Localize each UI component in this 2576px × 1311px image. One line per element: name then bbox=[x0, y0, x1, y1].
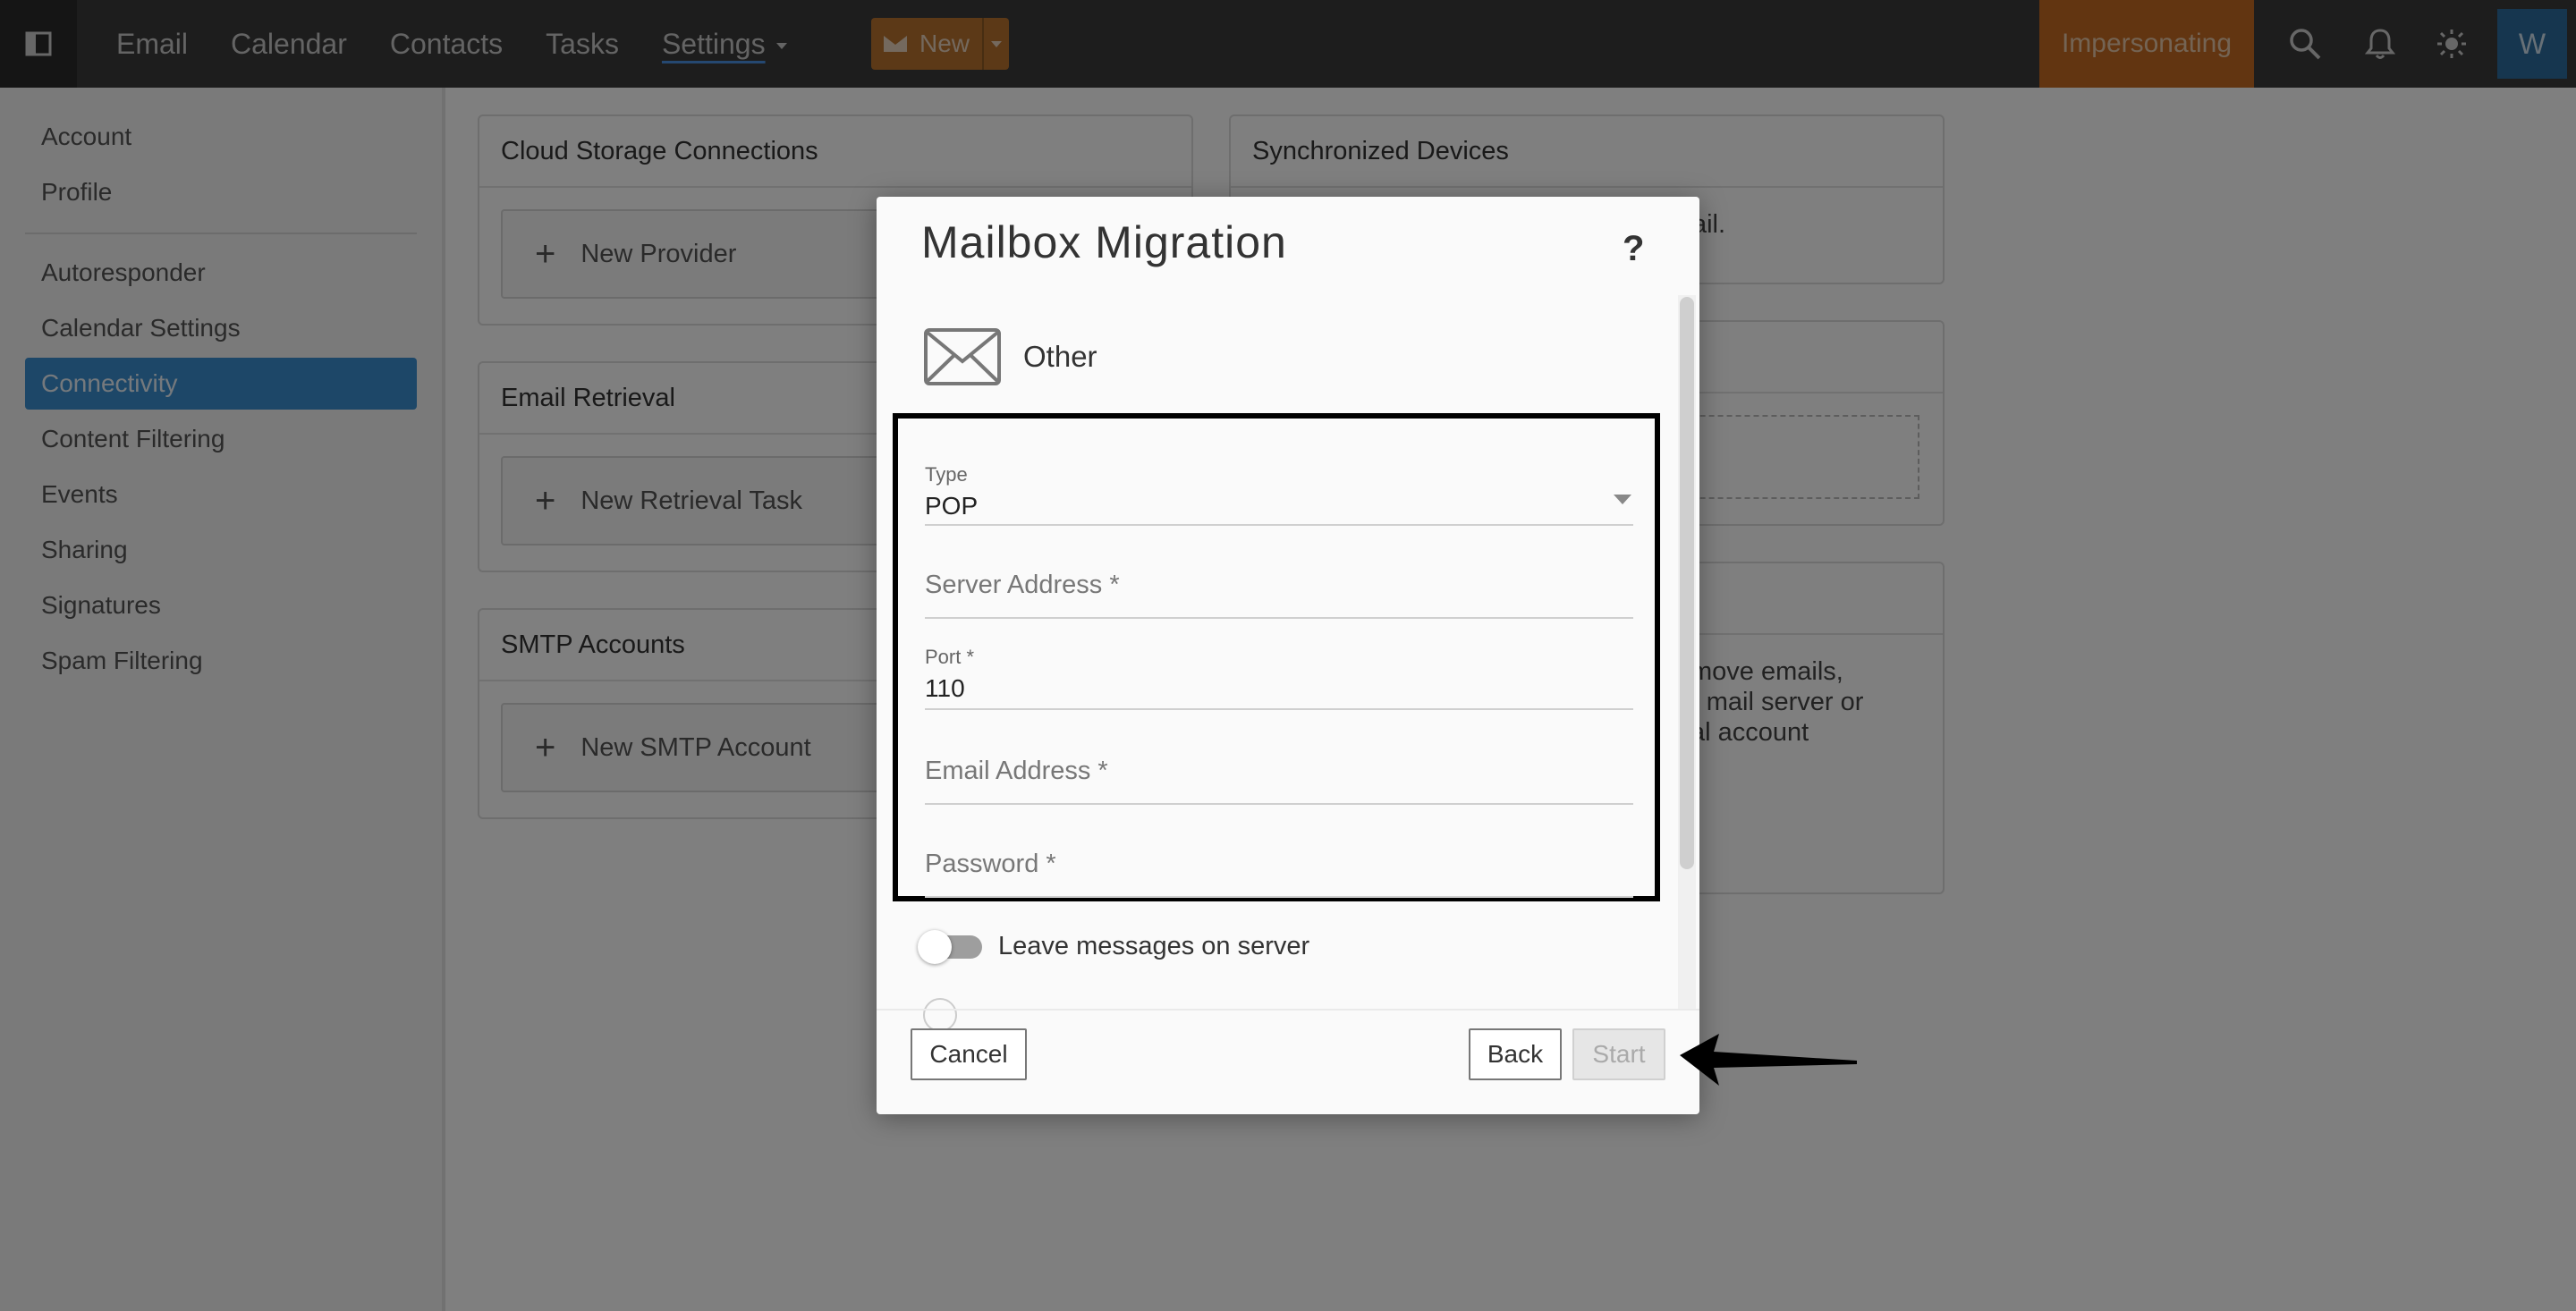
annotation-arrow-icon bbox=[1680, 1034, 1857, 1086]
email-address-input[interactable]: Email Address * bbox=[925, 757, 1633, 805]
port-input[interactable]: Port * 110 bbox=[925, 646, 1633, 710]
leave-messages-toggle[interactable] bbox=[918, 930, 982, 964]
type-select[interactable]: Type POP bbox=[925, 463, 1633, 526]
start-button[interactable]: Start bbox=[1572, 1028, 1665, 1080]
mailbox-migration-dialog: Mailbox Migration ? Other Type POP Serve… bbox=[877, 197, 1699, 1114]
footer-divider bbox=[877, 1009, 1699, 1011]
email-address-placeholder: Email Address * bbox=[925, 757, 1108, 785]
toggle-knob bbox=[918, 930, 952, 964]
password-placeholder: Password * bbox=[925, 850, 1056, 878]
provider-label: Other bbox=[1023, 340, 1097, 373]
password-input[interactable]: Password * bbox=[925, 850, 1633, 898]
leave-messages-label: Leave messages on server bbox=[998, 932, 1310, 960]
provider-header: Other bbox=[923, 327, 1097, 386]
server-address-input[interactable]: Server Address * bbox=[925, 571, 1633, 619]
port-label: Port * bbox=[925, 646, 975, 668]
back-button[interactable]: Back bbox=[1469, 1028, 1562, 1080]
dialog-title: Mailbox Migration bbox=[921, 217, 1287, 267]
server-address-placeholder: Server Address * bbox=[925, 571, 1120, 599]
envelope-icon bbox=[924, 328, 1001, 385]
dropdown-arrow-icon bbox=[1614, 495, 1631, 504]
highlighted-form: Type POP Server Address * Port * 110 Ema… bbox=[893, 413, 1660, 901]
type-value: POP bbox=[925, 492, 979, 520]
port-value: 110 bbox=[925, 674, 965, 702]
help-button[interactable]: ? bbox=[1623, 229, 1644, 269]
type-label: Type bbox=[925, 463, 968, 486]
cancel-button[interactable]: Cancel bbox=[911, 1028, 1027, 1080]
partial-toggle[interactable] bbox=[923, 998, 957, 1032]
scrollbar-thumb[interactable] bbox=[1680, 297, 1694, 869]
